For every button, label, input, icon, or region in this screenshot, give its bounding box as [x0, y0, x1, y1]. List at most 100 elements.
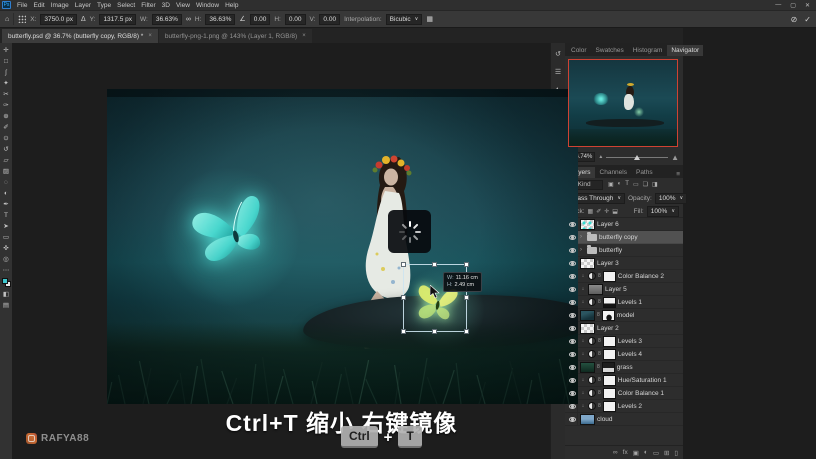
layer-mask-thumbnail[interactable] [602, 348, 616, 360]
menu-help[interactable]: Help [222, 2, 241, 9]
filter-shape-layers-icon[interactable]: ▭ [633, 181, 639, 188]
menu-image[interactable]: Image [48, 2, 72, 9]
new-layer-icon[interactable]: ⊞ [664, 449, 669, 457]
layer-row-layer-3[interactable]: Layer 3 [565, 256, 683, 270]
eye-icon[interactable] [568, 351, 576, 357]
menu-edit[interactable]: Edit [30, 2, 47, 9]
fill-dropdown[interactable]: 100% ∨ [646, 205, 679, 217]
layer-thumbnail[interactable] [580, 361, 595, 373]
layer-thumbnail[interactable] [580, 257, 595, 269]
transform-handle[interactable] [401, 262, 406, 267]
document-tab-1[interactable]: butterfly-png-1.png @ 143% (Layer 1, RGB… [158, 29, 312, 43]
layer-row-layer-6[interactable]: Layer 6 [565, 218, 683, 231]
dodge-tool[interactable]: ◐ [4, 188, 8, 199]
layer-mask-thumbnail[interactable] [602, 270, 616, 282]
visibility-cell[interactable] [567, 412, 578, 426]
navigator-zoom-slider[interactable] [606, 153, 669, 162]
expand-arrow-icon[interactable]: › [580, 247, 585, 253]
eye-icon[interactable] [568, 364, 576, 370]
restore-button[interactable]: ▢ [790, 2, 796, 9]
eye-icon[interactable] [568, 377, 576, 383]
clone-stamp-tool[interactable]: ⊙ [3, 133, 8, 144]
path-selection-tool[interactable]: ➤ [3, 221, 8, 232]
quick-selection-tool[interactable]: ✦ [3, 78, 8, 89]
crop-tool[interactable]: ✂ [3, 89, 8, 100]
tab-color[interactable]: Color [567, 45, 591, 56]
eye-icon[interactable] [568, 338, 576, 344]
minimize-button[interactable]: — [775, 2, 781, 9]
transform-handle[interactable] [432, 329, 437, 334]
maintain-aspect-icon[interactable]: ∞ [186, 16, 191, 23]
close-tab-icon[interactable]: × [148, 33, 152, 39]
layer-row-butterfly-copy[interactable]: › butterfly copy [565, 230, 683, 244]
new-adjustment-layer-icon[interactable]: ◐ [644, 449, 648, 456]
add-layer-mask-icon[interactable]: ▣ [633, 449, 639, 457]
eye-icon[interactable] [568, 221, 576, 227]
eye-icon[interactable] [568, 416, 576, 422]
history-panel-icon[interactable]: ↺ [555, 50, 561, 58]
layer-mask-thumbnail[interactable] [601, 361, 615, 373]
layer-row-butterfly[interactable]: › butterfly [565, 243, 683, 257]
opacity-dropdown[interactable]: 100% ∨ [654, 192, 688, 204]
eye-icon[interactable] [568, 247, 576, 253]
close-button[interactable]: ✕ [805, 2, 810, 9]
layer-row-grass[interactable]: 8 grass [565, 360, 683, 374]
filter-adjustment-layers-icon[interactable]: ◐ [618, 181, 622, 188]
panel-menu-icon[interactable]: ≡ [676, 171, 683, 178]
eye-icon[interactable] [568, 286, 576, 292]
layer-row-model[interactable]: 8 model [565, 308, 683, 322]
y-input[interactable]: 1317.5 px [99, 13, 136, 25]
layer-effects-icon[interactable]: fx [623, 449, 628, 456]
layer-row-cloud[interactable]: cloud [565, 412, 683, 426]
filter-smart-objects-icon[interactable]: ❏ [643, 181, 648, 188]
document-tab-0[interactable]: butterfly.psd @ 36.7% (butterfly copy, R… [2, 29, 158, 43]
expand-arrow-icon[interactable]: › [580, 234, 585, 240]
eye-icon[interactable] [568, 260, 576, 266]
layer-thumbnail[interactable] [588, 283, 603, 295]
filter-pixel-layers-icon[interactable]: ▣ [608, 181, 614, 188]
commit-transform-button[interactable]: ✓ [804, 15, 811, 24]
properties-panel-icon[interactable]: ☰ [555, 68, 561, 76]
interpolation-dropdown[interactable]: Bicubic ∨ [385, 13, 423, 25]
link-layers-icon[interactable]: ∞ [613, 449, 618, 456]
eye-icon[interactable] [568, 312, 576, 318]
height-input[interactable]: 36.63% [205, 13, 236, 25]
layer-row-color-balance-2[interactable]: ↓ 8 Color Balance 2 [565, 269, 683, 283]
layer-thumbnail[interactable] [580, 309, 595, 321]
foreground-color-swatch[interactable] [1, 278, 8, 284]
eraser-tool[interactable]: ▱ [4, 155, 9, 166]
color-swatches[interactable] [1, 278, 11, 287]
transform-handle[interactable] [464, 295, 469, 300]
layer-thumbnail[interactable] [580, 218, 595, 230]
cancel-transform-button[interactable]: ⊘ [791, 15, 798, 24]
x-input[interactable]: 3750.0 px [40, 13, 77, 25]
zoom-out-icon[interactable]: ▲ [598, 154, 603, 160]
menu-3d[interactable]: 3D [159, 2, 173, 9]
filter-toggle-icon[interactable]: ◨ [652, 181, 658, 188]
layer-row-levels-4[interactable]: ↓ 8 Levels 4 [565, 347, 683, 361]
layer-mask-thumbnail[interactable] [601, 309, 615, 321]
shape-tool[interactable]: ▭ [3, 232, 9, 243]
filter-type-layers-icon[interactable]: T [625, 181, 629, 188]
quick-mask-tool[interactable]: ◧ [3, 289, 9, 300]
tab-histogram[interactable]: Histogram [629, 45, 667, 56]
transform-handle[interactable] [464, 262, 469, 267]
menu-view[interactable]: View [173, 2, 193, 9]
menu-file[interactable]: File [14, 2, 30, 9]
layer-row-levels-3[interactable]: ↓ 8 Levels 3 [565, 334, 683, 348]
layer-row-color-balance-1[interactable]: ↓ 8 Color Balance 1 [565, 386, 683, 400]
angle-input[interactable]: 0.00 [249, 13, 271, 25]
layer-row-hue-saturation-1[interactable]: ↓ 8 Hue/Saturation 1 [565, 373, 683, 387]
gradient-tool[interactable]: ▨ [3, 166, 9, 177]
tab-swatches[interactable]: Swatches [592, 45, 628, 56]
tab-paths[interactable]: Paths [632, 167, 657, 178]
zoom-in-icon[interactable]: ▲ [671, 153, 679, 162]
transform-handle[interactable] [401, 295, 406, 300]
warp-mode-icon[interactable]: ▦ [426, 15, 433, 23]
layer-mask-thumbnail[interactable] [602, 335, 616, 347]
reference-point-grid[interactable] [18, 15, 27, 23]
lock-pixels-icon[interactable]: ✐ [596, 208, 601, 215]
eyedropper-tool[interactable]: ✑ [3, 100, 8, 111]
transform-handle[interactable] [432, 262, 437, 267]
eye-icon[interactable] [568, 390, 576, 396]
